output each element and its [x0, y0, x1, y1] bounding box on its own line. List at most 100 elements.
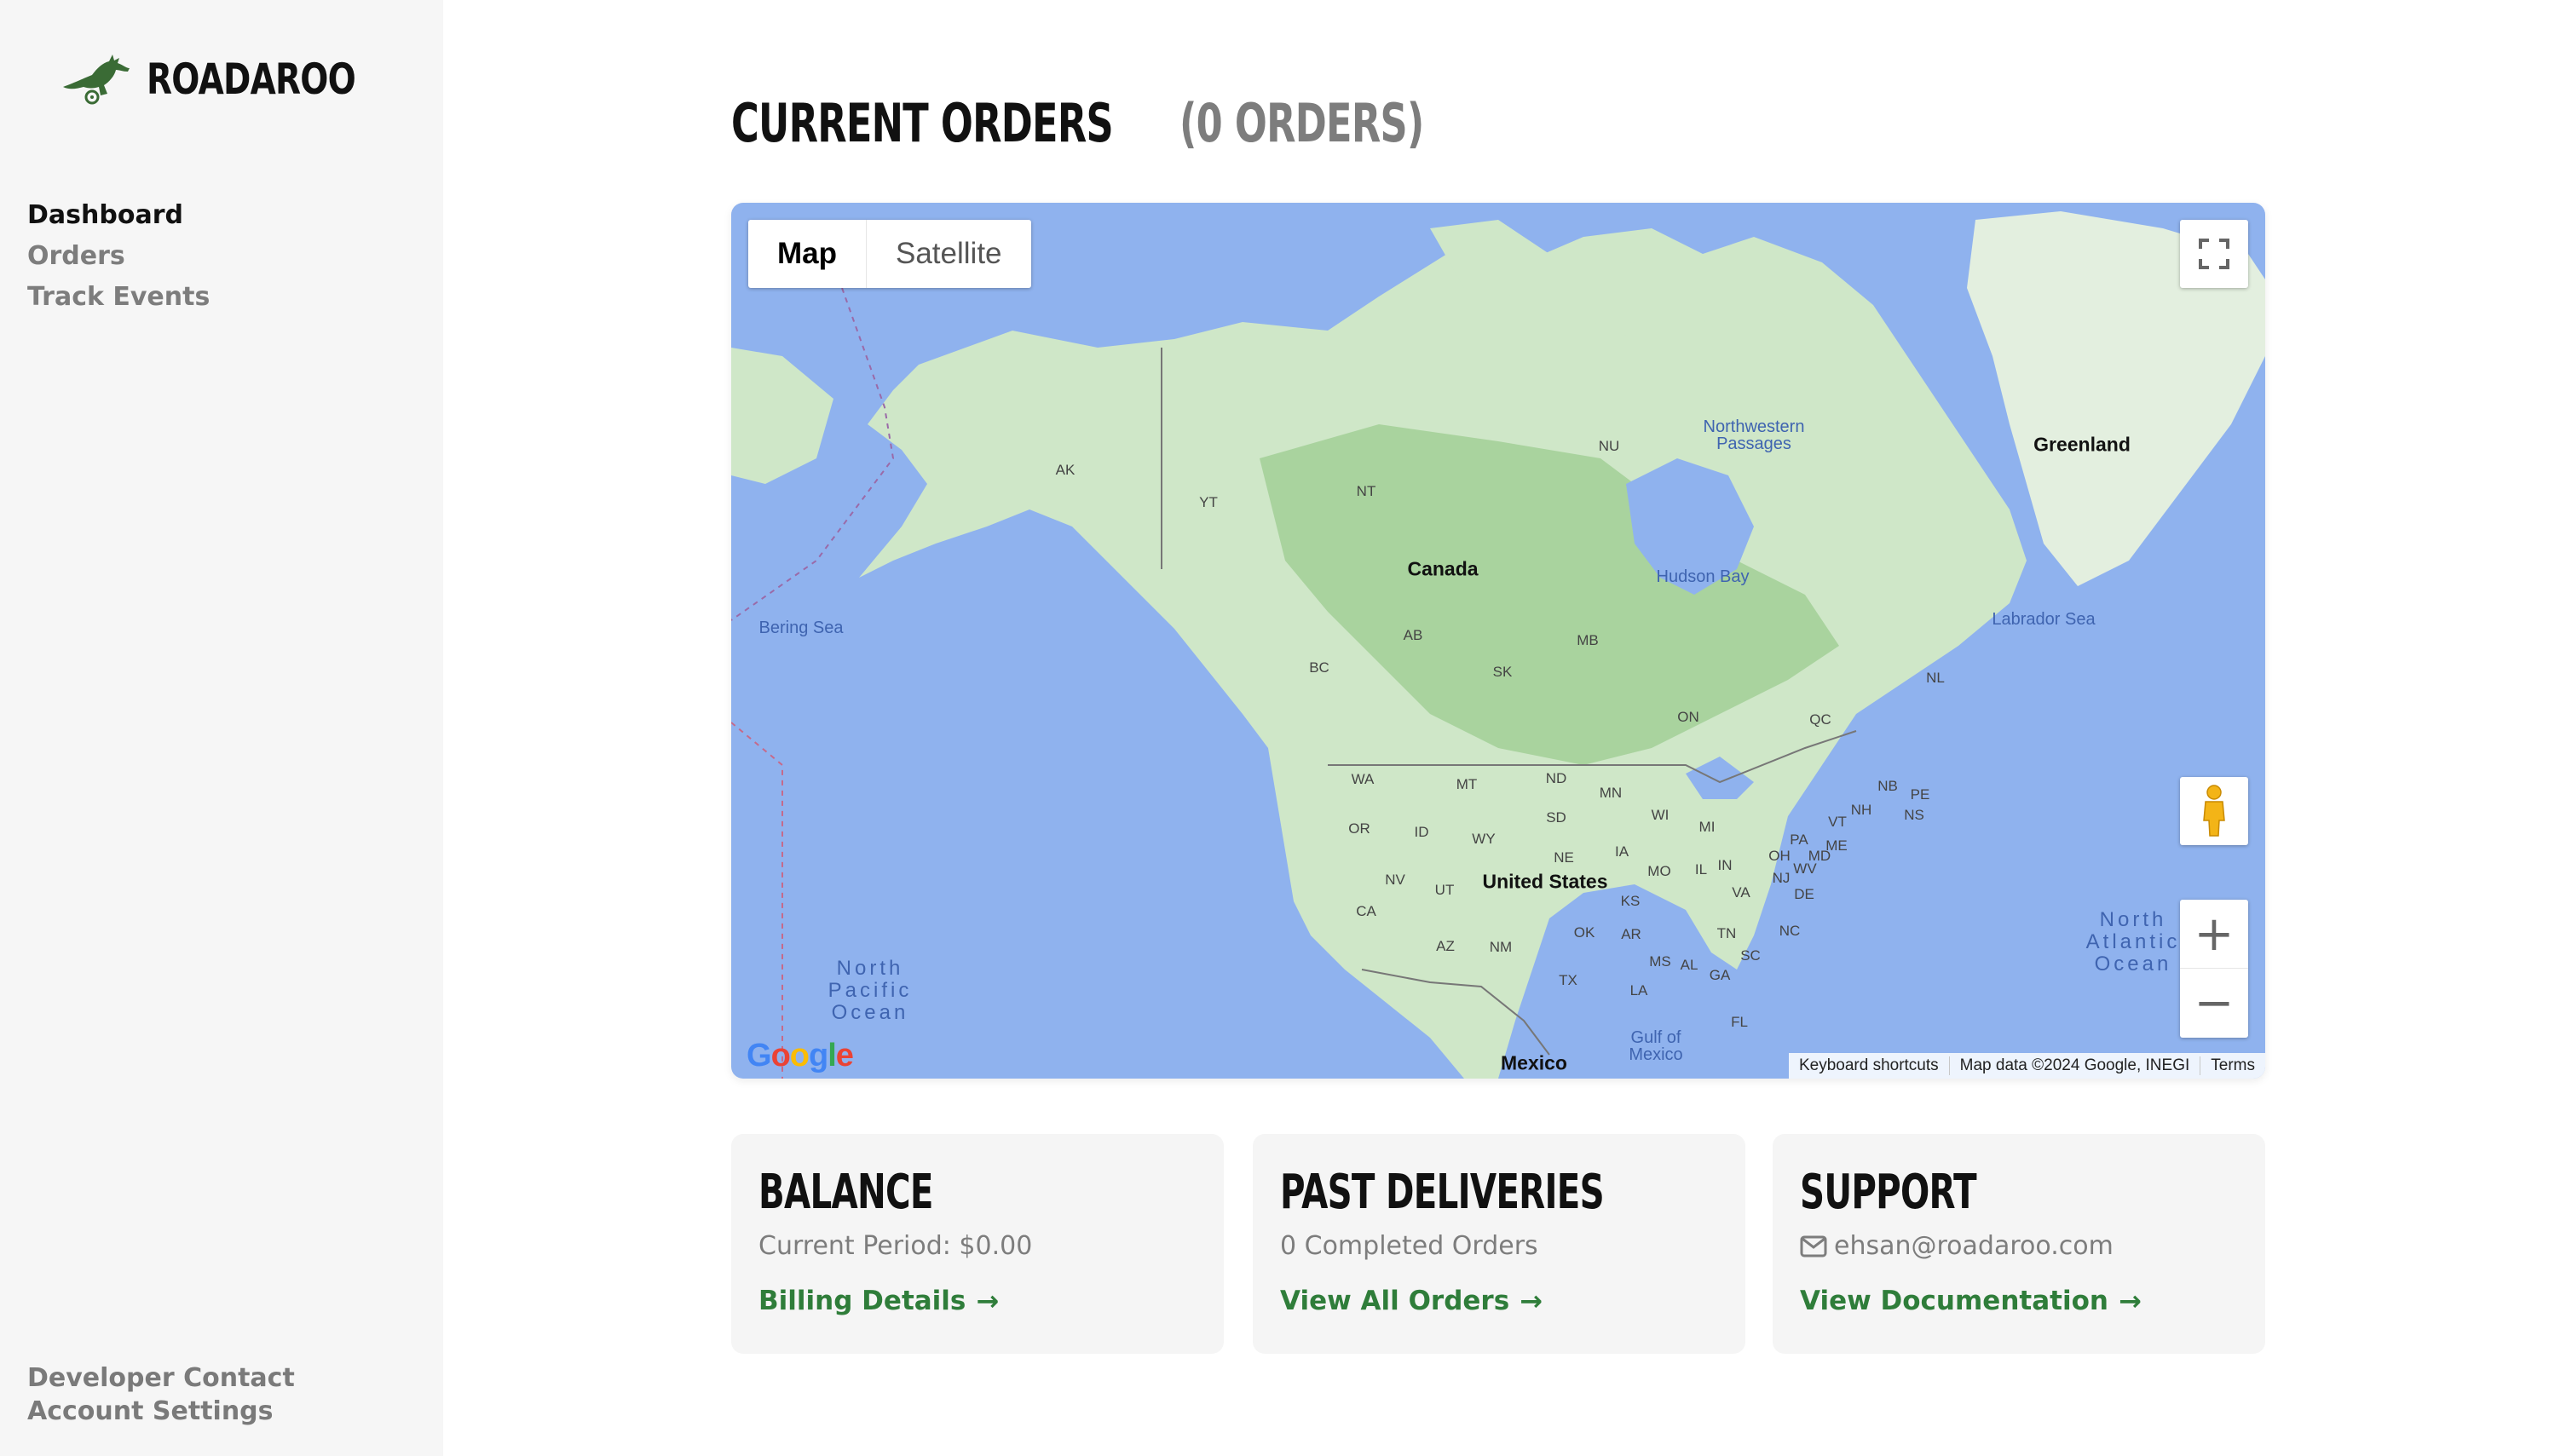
label-region: VT: [1828, 814, 1847, 830]
support-title: SUPPORT: [1800, 1165, 1977, 1220]
mail-icon: [1800, 1235, 1827, 1257]
label-region: MS: [1649, 953, 1671, 970]
label-region: NU: [1598, 438, 1620, 454]
label-mexico: Mexico: [1501, 1051, 1567, 1074]
street-view-button[interactable]: [2180, 777, 2248, 845]
map-attribution: Keyboard shortcuts Map data ©2024 Google…: [1788, 1053, 2265, 1079]
past-deliveries-title: PAST DELIVERIES: [1280, 1165, 1605, 1220]
label-region: IL: [1694, 861, 1708, 878]
label-region: GA: [1709, 967, 1731, 983]
label-region: NS: [1904, 807, 1924, 823]
label-region: MB: [1577, 632, 1599, 648]
label-greenland: Greenland: [2033, 433, 2131, 456]
label-region: NC: [1779, 923, 1801, 939]
label-region: MO: [1647, 863, 1671, 879]
completed-orders-count: 0 Completed Orders: [1280, 1231, 1538, 1261]
map-type-map-button[interactable]: Map: [748, 220, 867, 288]
billing-details-label: Billing Details: [758, 1286, 966, 1316]
label-hudson-bay: Hudson Bay: [1656, 567, 1750, 586]
view-all-orders-link[interactable]: View All Orders →: [1280, 1285, 1543, 1317]
label-region: AZ: [1436, 938, 1455, 954]
label-region: TX: [1559, 972, 1577, 988]
sidebar-item-dashboard[interactable]: Dashboard: [27, 199, 210, 232]
brand-name: ROADAROO: [147, 55, 356, 104]
support-card: SUPPORT ehsan@roadaroo.com View Document…: [1773, 1134, 2265, 1354]
keyboard-shortcuts-link[interactable]: Keyboard shortcuts: [1789, 1056, 1949, 1075]
label-region: MT: [1456, 776, 1478, 792]
google-logo[interactable]: Google: [747, 1038, 854, 1074]
label-region: PE: [1910, 786, 1930, 803]
russia-land: [731, 348, 833, 484]
terms-link[interactable]: Terms: [2200, 1056, 2265, 1075]
label-region: BC: [1309, 659, 1329, 676]
balance-title: BALANCE: [758, 1165, 933, 1220]
label-region: MN: [1599, 785, 1623, 801]
page-title-text: CURRENT ORDERS: [731, 92, 1114, 154]
label-region: OR: [1348, 820, 1370, 837]
brand[interactable]: ROADAROO: [60, 53, 414, 106]
label-region: IN: [1717, 857, 1733, 873]
sidebar-item-orders[interactable]: Orders: [27, 240, 210, 273]
arrow-right-icon: →: [2118, 1285, 2142, 1317]
maritime-line: [731, 722, 783, 1079]
view-documentation-link[interactable]: View Documentation →: [1800, 1285, 2142, 1317]
sidebar-item-track-events[interactable]: Track Events: [27, 281, 210, 314]
sidebar-nav: Dashboard Orders Track Events: [27, 199, 210, 314]
balance-card: BALANCE Current Period: $0.00 Billing De…: [731, 1134, 1224, 1354]
zoom-control: + −: [2180, 900, 2248, 1038]
fullscreen-button[interactable]: [2180, 220, 2248, 288]
label-northwestern-passages: Northwestern Passages: [1703, 417, 1805, 453]
label-region: AL: [1680, 957, 1698, 973]
sidebar-item-account-settings[interactable]: Account Settings: [27, 1395, 295, 1428]
label-region: WY: [1472, 831, 1496, 847]
label-region: IA: [1614, 843, 1629, 860]
label-north-pacific-ocean: North Pacific Ocean: [828, 957, 913, 1024]
label-region: MI: [1698, 819, 1716, 835]
label-north-atlantic-ocean: North Atlantic Ocean: [2085, 908, 2181, 975]
label-region: SD: [1546, 809, 1566, 826]
map-type-satellite-button[interactable]: Satellite: [867, 220, 1031, 288]
page-title: CURRENT ORDERS (0 ORDERS): [731, 92, 1519, 154]
label-region: NJ: [1772, 870, 1791, 886]
label-canada: Canada: [1407, 557, 1479, 580]
past-deliveries-card: PAST DELIVERIES 0 Completed Orders View …: [1253, 1134, 1745, 1354]
label-region: DE: [1794, 886, 1814, 902]
label-region: NE: [1554, 849, 1574, 866]
label-united-states: United States: [1482, 870, 1608, 893]
billing-details-link[interactable]: Billing Details →: [758, 1285, 999, 1317]
orders-map[interactable]: Canada United States Mexico Greenland Hu…: [731, 203, 2265, 1079]
label-region: SC: [1740, 947, 1761, 964]
sidebar: ROADAROO Dashboard Orders Track Events D…: [0, 0, 443, 1456]
label-region: CA: [1356, 903, 1376, 919]
label-region: AK: [1055, 462, 1076, 478]
label-region: ND: [1545, 770, 1567, 786]
label-region: NV: [1385, 872, 1405, 888]
order-count: (0 ORDERS): [1179, 92, 1424, 154]
label-region: WA: [1351, 771, 1375, 787]
label-labrador-sea: Labrador Sea: [1992, 610, 2096, 629]
label-region: AB: [1403, 627, 1423, 643]
label-region: LA: [1629, 982, 1648, 998]
sidebar-footer-nav: Developer Contact Account Settings: [27, 1361, 295, 1428]
balance-current-period: Current Period: $0.00: [758, 1231, 1033, 1261]
sidebar-item-developer-contact[interactable]: Developer Contact: [27, 1361, 295, 1395]
kangaroo-icon: [63, 55, 130, 105]
label-region: VA: [1732, 884, 1750, 901]
view-documentation-label: View Documentation: [1800, 1286, 2108, 1316]
label-region: NH: [1850, 802, 1872, 818]
label-region: WI: [1651, 807, 1670, 823]
zoom-in-button[interactable]: +: [2180, 900, 2248, 969]
label-region: NB: [1877, 778, 1898, 794]
fullscreen-icon: [2199, 239, 2229, 269]
zoom-out-button[interactable]: −: [2180, 969, 2248, 1038]
label-region: FL: [1731, 1014, 1748, 1030]
label-gulf-of-mexico: Gulf of Mexico: [1629, 1028, 1683, 1064]
label-region: OH: [1768, 848, 1791, 864]
label-region: KS: [1620, 893, 1641, 909]
label-region: NL: [1926, 670, 1945, 686]
support-email[interactable]: ehsan@roadaroo.com: [1800, 1231, 2238, 1261]
label-region: PA: [1790, 832, 1808, 848]
label-region: TN: [1716, 925, 1737, 941]
label-region: NT: [1356, 483, 1376, 499]
label-region: ID: [1414, 824, 1429, 840]
